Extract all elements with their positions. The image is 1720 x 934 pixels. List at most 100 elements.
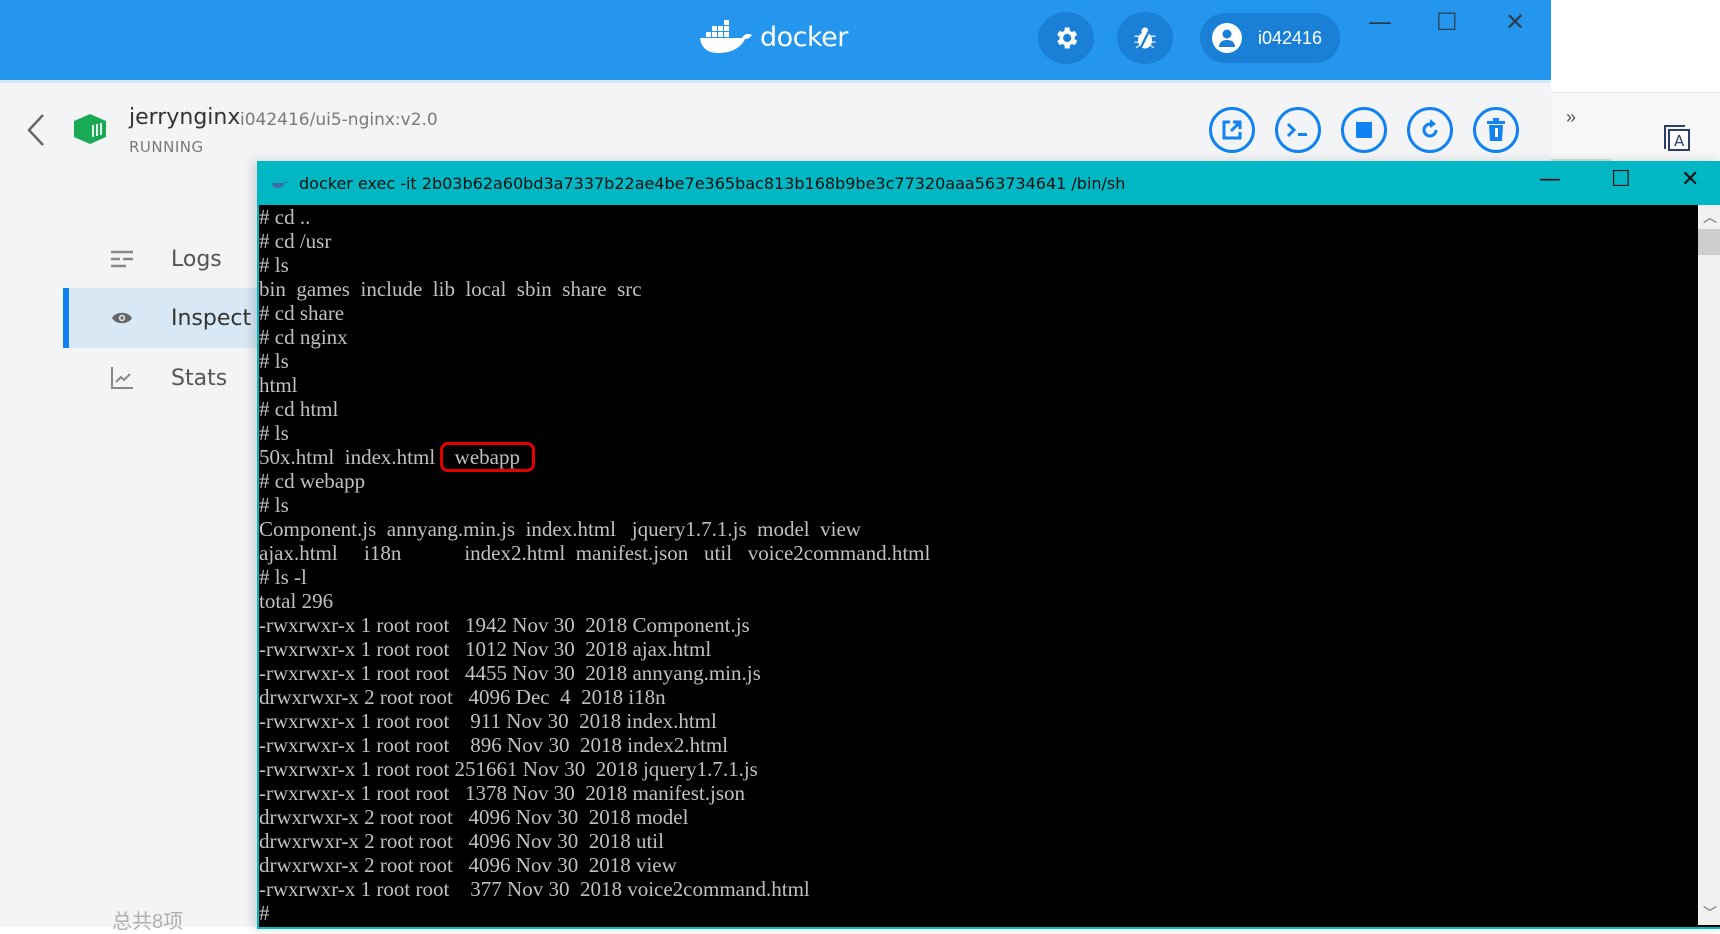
terminal-line: Component.js annyang.min.js index.html j… xyxy=(259,517,1698,541)
terminal-line: # ls xyxy=(259,253,1698,277)
terminal-line-text: total 296 xyxy=(259,589,334,613)
item-count-text: 总共8项 xyxy=(112,911,184,933)
terminal-line: -rwxrwxr-x 1 root root 1378 Nov 30 2018 … xyxy=(259,781,1698,805)
terminal-line: -rwxrwxr-x 1 root root 1942 Nov 30 2018 … xyxy=(259,613,1698,637)
terminal-line-text: drwxrwxr-x 2 root root 4096 Nov 30 2018 … xyxy=(259,805,689,829)
sidebar-item-inspect[interactable]: Inspect xyxy=(63,288,269,348)
terminal-icon xyxy=(1286,122,1307,138)
terminal-line: drwxrwxr-x 2 root root 4096 Nov 30 2018 … xyxy=(259,829,1698,853)
terminal-line-text: # ls -l xyxy=(259,565,307,589)
terminal-line: # ls xyxy=(259,349,1698,373)
terminal-line-text: -rwxrwxr-x 1 root root 1012 Nov 30 2018 … xyxy=(259,637,712,661)
external-link-icon xyxy=(1222,120,1242,140)
sidebar-item-logs[interactable]: Logs xyxy=(63,229,263,289)
terminal-line: # cd /usr xyxy=(259,229,1698,253)
terminal-scrollbar[interactable]: ︿ ﹀ xyxy=(1698,205,1720,925)
delete-button[interactable] xyxy=(1473,107,1519,153)
terminal-line-text: -rwxrwxr-x 1 root root 1942 Nov 30 2018 … xyxy=(259,613,750,637)
terminal-line: # cd webapp xyxy=(259,469,1698,493)
terminal-line-text: # cd html xyxy=(259,397,339,421)
terminal-line-text: bin games include lib local sbin share s… xyxy=(259,277,642,301)
troubleshoot-button[interactable] xyxy=(1117,12,1173,64)
terminal-window[interactable]: docker exec -it 2b03b62a60bd3a7337b22ae4… xyxy=(257,161,1720,929)
open-in-browser-button[interactable] xyxy=(1209,107,1255,153)
brand-text: docker xyxy=(760,21,848,53)
terminal-title: docker exec -it 2b03b62a60bd3a7337b22ae4… xyxy=(299,173,1126,193)
sidebar-item-stats[interactable]: Stats xyxy=(63,348,263,408)
bug-icon xyxy=(1134,27,1156,50)
terminal-line: -rwxrwxr-x 1 root root 4455 Nov 30 2018 … xyxy=(259,661,1698,685)
terminal-line-text: -rwxrwxr-x 1 root root 896 Nov 30 2018 i… xyxy=(259,733,729,757)
stop-button[interactable] xyxy=(1341,107,1387,153)
more-chevron-icon[interactable]: » xyxy=(1566,107,1576,128)
svg-text:A: A xyxy=(1674,132,1685,150)
cli-button[interactable] xyxy=(1275,107,1321,153)
terminal-line-text: -rwxrwxr-x 1 root root 377 Nov 30 2018 v… xyxy=(259,877,810,901)
trash-icon xyxy=(1487,118,1505,141)
docker-logo: docker xyxy=(698,20,848,54)
terminal-line: -rwxrwxr-x 1 root root 377 Nov 30 2018 v… xyxy=(259,877,1698,901)
close-button[interactable]: ✕ xyxy=(1505,8,1525,36)
avatar-icon xyxy=(1212,23,1242,53)
sidebar-item-label: Logs xyxy=(171,246,222,272)
logs-icon xyxy=(109,246,135,272)
scroll-down-icon[interactable]: ﹀ xyxy=(1703,903,1717,923)
terminal-line: drwxrwxr-x 2 root root 4096 Nov 30 2018 … xyxy=(259,853,1698,877)
settings-button[interactable] xyxy=(1038,12,1094,64)
terminal-line: # ls -l xyxy=(259,565,1698,589)
terminal-line-text: # xyxy=(259,901,270,925)
terminal-line-text: # cd share xyxy=(259,301,345,325)
terminal-line: drwxrwxr-x 2 root root 4096 Nov 30 2018 … xyxy=(259,805,1698,829)
terminal-line-text: drwxrwxr-x 2 root root 4096 Dec 4 2018 i… xyxy=(259,685,666,709)
terminal-line-text: # ls xyxy=(259,349,289,373)
minimize-button[interactable]: — xyxy=(1368,8,1392,36)
user-account-button[interactable]: i042416 xyxy=(1200,13,1340,63)
terminal-output[interactable]: # cd .. # cd /usr # ls bin games include li… xyxy=(259,205,1698,925)
eye-icon xyxy=(109,305,135,331)
terminal-line: bin games include lib local sbin share s… xyxy=(259,277,1698,301)
terminal-line-text: # ls xyxy=(259,493,289,517)
terminal-line: ajax.html i18n index2.html manifest.json… xyxy=(259,541,1698,565)
terminal-line: -rwxrwxr-x 1 root root 251661 Nov 30 201… xyxy=(259,757,1698,781)
terminal-line: # ls xyxy=(259,493,1698,517)
whale-icon xyxy=(700,20,752,53)
username: i042416 xyxy=(1258,27,1323,48)
terminal-line: # cd .. xyxy=(259,205,1698,229)
container-icon xyxy=(74,114,106,144)
terminal-line: 50x.html index.html webapp xyxy=(259,442,1698,472)
terminal-line-text: # cd nginx xyxy=(259,325,348,349)
terminal-line-text: html xyxy=(259,373,298,397)
back-arrow-icon[interactable] xyxy=(26,113,46,147)
terminal-line: total 296 xyxy=(259,589,1698,613)
sidebar-item-label: Stats xyxy=(171,365,228,391)
terminal-line-text: # cd .. xyxy=(259,205,311,229)
gear-icon xyxy=(1057,27,1078,49)
terminal-line: -rwxrwxr-x 1 root root 911 Nov 30 2018 i… xyxy=(259,709,1698,733)
terminal-minimize-button[interactable]: — xyxy=(1539,167,1561,192)
container-status: RUNNING xyxy=(129,138,204,156)
maximize-button[interactable]: ☐ xyxy=(1436,8,1458,36)
terminal-line: # cd nginx xyxy=(259,325,1698,349)
scrollbar-thumb[interactable] xyxy=(1698,229,1720,255)
terminal-line-text: -rwxrwxr-x 1 root root 4455 Nov 30 2018 … xyxy=(259,661,761,685)
terminal-line: # xyxy=(259,901,1698,925)
top-bar: docker i042416 — ☐ ✕ xyxy=(0,0,1551,83)
container-image: i042416/ui5-nginx:v2.0 xyxy=(240,110,438,130)
terminal-line: # cd html xyxy=(259,397,1698,421)
terminal-line-text: drwxrwxr-x 2 root root 4096 Nov 30 2018 … xyxy=(259,853,677,877)
restart-button[interactable] xyxy=(1407,107,1453,153)
docker-whale-small-icon xyxy=(272,181,288,188)
terminal-line-text: 50x.html index.html xyxy=(259,445,446,469)
scroll-up-icon[interactable]: ︿ xyxy=(1703,207,1717,227)
terminal-maximize-button[interactable]: ☐ xyxy=(1611,167,1631,192)
terminal-close-button[interactable]: ✕ xyxy=(1681,167,1699,192)
terminal-line: # cd share xyxy=(259,301,1698,325)
terminal-line-text: -rwxrwxr-x 1 root root 1378 Nov 30 2018 … xyxy=(259,781,746,805)
terminal-line: drwxrwxr-x 2 root root 4096 Dec 4 2018 i… xyxy=(259,685,1698,709)
terminal-line-text: drwxrwxr-x 2 root root 4096 Nov 30 2018 … xyxy=(259,829,664,853)
terminal-line-text: Component.js annyang.min.js index.html j… xyxy=(259,517,861,541)
container-name: jerrynginx xyxy=(129,105,241,130)
highlighted-webapp-folder: webapp xyxy=(439,442,535,472)
terminal-line: html xyxy=(259,373,1698,397)
translate-icon[interactable]: A xyxy=(1664,125,1690,151)
